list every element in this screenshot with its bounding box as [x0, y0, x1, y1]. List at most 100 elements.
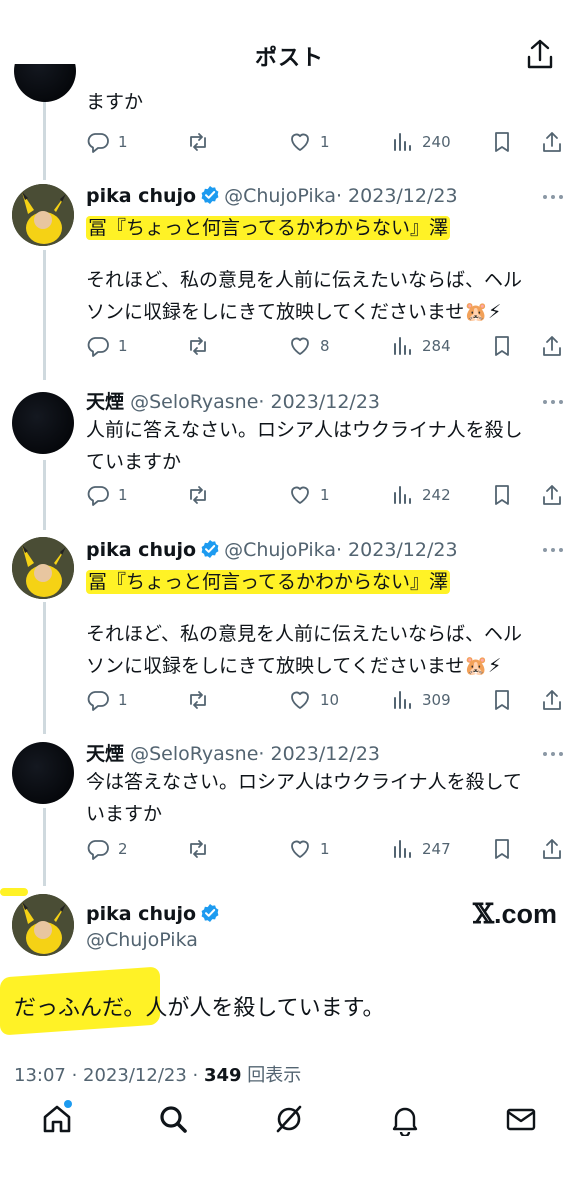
author-handle[interactable]: @SeloRyasne — [130, 743, 258, 765]
highlighted-quote: 冨『ちょっと何言ってるかわからない』澤 — [86, 216, 451, 240]
bookmark-button[interactable] — [490, 332, 522, 360]
like-count: 1 — [320, 133, 330, 151]
tweet-actions: 1 1 240 — [86, 128, 571, 156]
views-button[interactable]: 309 — [390, 686, 451, 714]
bookmark-button[interactable] — [490, 835, 522, 863]
author-handle[interactable]: @ChujoPika — [224, 185, 336, 207]
views-icon — [394, 486, 411, 504]
reply-icon — [87, 691, 109, 711]
tweet-header: 天煙 @SeloRyasne· 2023/12/23 — [86, 742, 380, 766]
avatar[interactable] — [12, 392, 74, 454]
share-button[interactable] — [540, 686, 572, 714]
share-button[interactable] — [540, 332, 572, 360]
more-icon[interactable] — [541, 546, 565, 554]
reply-button[interactable]: 1 — [86, 332, 128, 360]
tweet-actions: 2 1 247 — [86, 835, 571, 863]
avatar[interactable] — [12, 742, 74, 804]
verified-badge-icon — [201, 904, 219, 922]
bookmark-button[interactable] — [490, 481, 522, 509]
bell-icon[interactable] — [388, 1102, 422, 1136]
reply-icon — [87, 133, 109, 153]
avatar[interactable] — [12, 537, 74, 599]
reply-icon — [87, 486, 109, 506]
tweet-header: pika chujo @ChujoPika· 2023/12/23 — [86, 184, 458, 208]
views-button[interactable]: 240 — [390, 128, 451, 156]
retweet-icon — [190, 840, 206, 858]
avatar[interactable] — [12, 894, 74, 956]
bookmark-icon — [495, 132, 509, 152]
more-icon[interactable] — [541, 398, 565, 406]
tweet-body: 冨『ちょっと何言ってるかわからない』澤 それほど、私の意見を人前に伝えたいならば… — [86, 212, 522, 328]
share-button[interactable] — [540, 835, 572, 863]
share-button[interactable] — [540, 128, 572, 156]
view-count: 284 — [422, 337, 451, 355]
grok-icon[interactable] — [272, 1102, 306, 1136]
share-icon[interactable] — [525, 38, 555, 70]
author-name[interactable]: 天煙 — [86, 743, 124, 765]
like-button[interactable]: 10 — [288, 686, 339, 714]
thread-line — [43, 95, 46, 180]
post-meta: 13:07 · 2023/12/23 · 349 回表示 — [14, 1061, 301, 1087]
reply-button[interactable]: 1 — [86, 686, 128, 714]
heart-icon — [291, 486, 309, 504]
watermark: 𝕏.com — [473, 899, 557, 930]
views-button[interactable]: 284 — [390, 332, 451, 360]
views-button[interactable]: 247 — [390, 835, 451, 863]
author-handle[interactable]: @SeloRyasne — [130, 391, 258, 413]
tweet-date: · 2023/12/23 — [335, 185, 458, 207]
bookmark-icon — [495, 839, 509, 859]
like-button[interactable]: 8 — [288, 332, 330, 360]
retweet-button[interactable] — [186, 481, 218, 509]
reply-button[interactable]: 1 — [86, 128, 128, 156]
avatar[interactable] — [12, 184, 74, 246]
reply-count: 1 — [118, 337, 128, 355]
author-handle[interactable]: @ChujoPika — [86, 929, 198, 951]
search-icon[interactable] — [156, 1102, 190, 1136]
views-icon — [394, 133, 411, 151]
reply-button[interactable]: 1 — [86, 481, 128, 509]
views-icon — [394, 337, 411, 355]
post-time: 13:07 · 2023/12/23 · — [14, 1065, 204, 1086]
author-name[interactable]: 天煙 — [86, 391, 124, 413]
retweet-icon — [190, 133, 206, 151]
tweet-text: ますか — [86, 91, 144, 113]
highlighted-quote: 冨『ちょっと何言ってるかわからない』澤 — [86, 570, 451, 594]
reply-button[interactable]: 2 — [86, 835, 128, 863]
share-button[interactable] — [540, 481, 572, 509]
main-handle-line: @ChujoPika — [86, 928, 198, 952]
tweet-text-line: それほど、私の意見を人前に伝えたいならば、ヘル — [86, 269, 523, 291]
like-button[interactable]: 1 — [288, 481, 330, 509]
tweet-text-line: いますか — [86, 803, 163, 825]
main-author: pika chujo — [86, 902, 224, 926]
notification-dot — [64, 1100, 72, 1108]
like-button[interactable]: 1 — [288, 835, 330, 863]
author-name[interactable]: pika chujo — [86, 185, 196, 207]
author-name[interactable]: pika chujo — [86, 539, 196, 561]
retweet-button[interactable] — [186, 835, 218, 863]
views-label: 回表示 — [241, 1065, 302, 1086]
bookmark-button[interactable] — [490, 686, 522, 714]
main-post-text: だっふんだ。人が人を殺しています。 — [14, 996, 385, 1021]
more-icon[interactable] — [541, 750, 565, 758]
author-handle[interactable]: @ChujoPika — [224, 539, 336, 561]
view-count: 349 — [203, 1065, 242, 1086]
tweet-text-line: ていますか — [86, 451, 182, 473]
views-button[interactable]: 242 — [390, 481, 451, 509]
tweet-date: · 2023/12/23 — [258, 391, 380, 413]
retweet-button[interactable] — [186, 686, 218, 714]
share-icon — [543, 839, 561, 859]
tweet-body: 人前に答えなさい。ロシア人はウクライナ人を殺し ていますか — [86, 414, 523, 478]
retweet-button[interactable] — [186, 128, 218, 156]
bookmark-icon — [495, 336, 509, 356]
author-name[interactable]: pika chujo — [86, 903, 196, 925]
more-icon[interactable] — [541, 193, 565, 201]
thread-line — [43, 602, 46, 734]
mail-icon[interactable] — [504, 1102, 538, 1136]
tweet-date: · 2023/12/23 — [258, 743, 380, 765]
heart-icon — [291, 133, 309, 151]
retweet-button[interactable] — [186, 332, 218, 360]
reply-count: 1 — [118, 133, 128, 151]
bookmark-button[interactable] — [490, 128, 522, 156]
like-button[interactable]: 1 — [288, 128, 330, 156]
reply-count: 2 — [118, 840, 128, 858]
